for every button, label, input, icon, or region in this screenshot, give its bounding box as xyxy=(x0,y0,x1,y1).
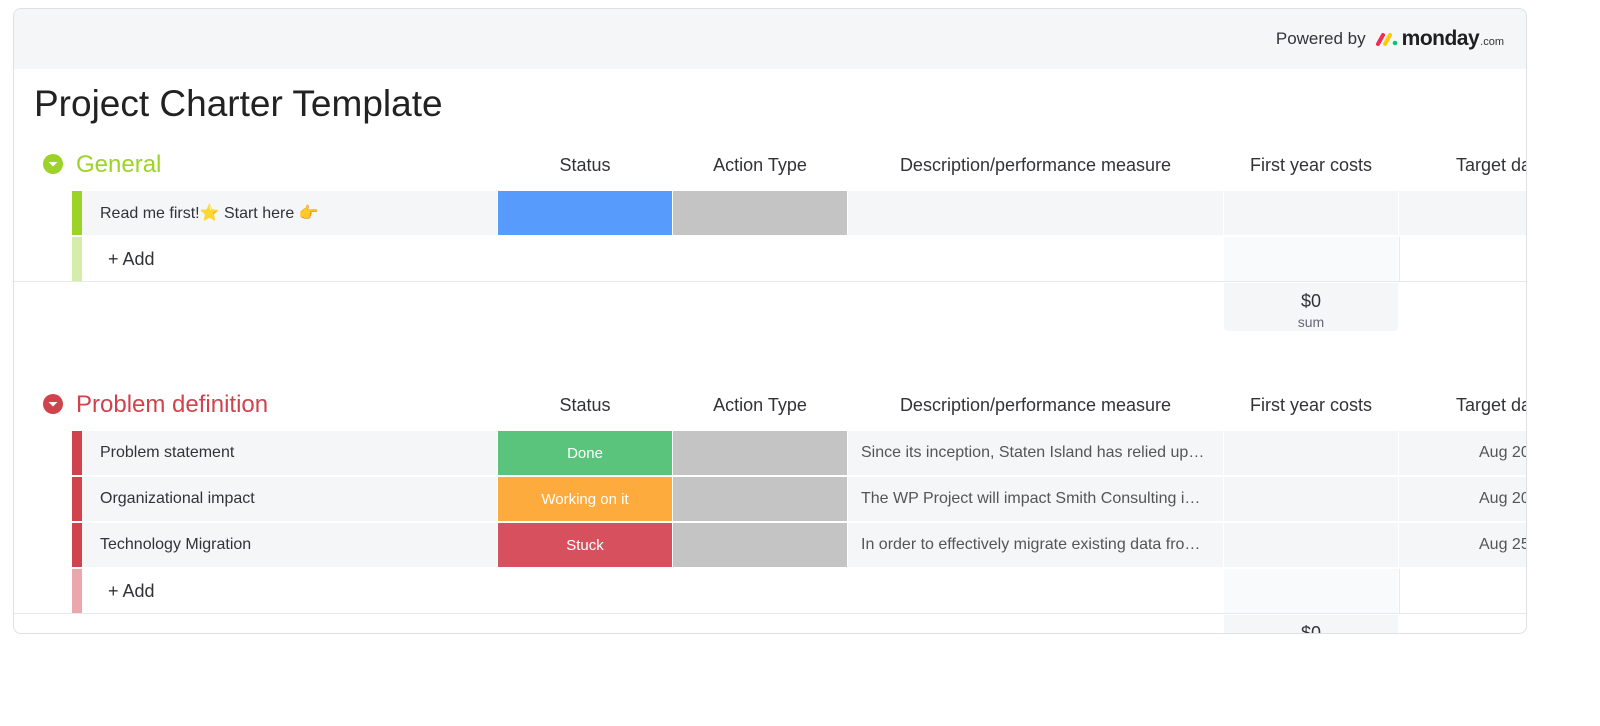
first-year-costs-cell[interactable] xyxy=(1224,523,1398,567)
status-cell[interactable]: Done xyxy=(498,431,672,475)
sum-label: sum xyxy=(1297,314,1325,330)
add-item-button[interactable]: + Add xyxy=(108,249,155,270)
powered-by[interactable]: Powered by monday .com xyxy=(1276,27,1504,51)
description-cell[interactable]: Since its inception, Staten Island has r… xyxy=(848,431,1223,475)
group-general: General Status Action Type Description/p… xyxy=(14,149,1526,331)
top-bar: Powered by monday .com xyxy=(14,9,1526,69)
board-frame: Powered by monday .com Project Charter T… xyxy=(13,8,1527,634)
status-label: Working on it xyxy=(541,490,629,508)
item-name: Organizational impact xyxy=(100,490,255,507)
column-header-description[interactable]: Description/performance measure xyxy=(848,395,1223,416)
column-header-action-type[interactable]: Action Type xyxy=(673,395,847,416)
item-name: Read me first!⭐ Start here 👉 xyxy=(100,205,319,222)
add-item-row[interactable]: + Add xyxy=(14,569,1526,614)
description-cell[interactable]: The WP Project will impact Smith Consult… xyxy=(848,477,1223,521)
row-color-bar xyxy=(72,477,82,521)
table-row[interactable]: Organizational impact Working on it The … xyxy=(14,477,1526,521)
brand-name: monday xyxy=(1401,27,1480,50)
group-problem-definition: Problem definition Status Action Type De… xyxy=(14,389,1526,633)
group-title[interactable]: General xyxy=(76,151,161,179)
action-type-cell[interactable] xyxy=(673,191,847,235)
status-cell[interactable]: Working on it xyxy=(498,477,672,521)
brand-suffix: .com xyxy=(1480,36,1504,48)
first-year-costs-cell[interactable] xyxy=(1224,191,1398,235)
column-header-first-year-costs[interactable]: First year costs xyxy=(1224,155,1398,176)
description-text: The WP Project will impact Smith Consult… xyxy=(861,490,1201,507)
target-date-text: Aug 25 xyxy=(1479,536,1527,553)
description-text: In order to effectively migrate existing… xyxy=(861,536,1201,553)
column-header-action-type[interactable]: Action Type xyxy=(673,155,847,176)
add-row-cost-cell xyxy=(1224,237,1398,281)
status-label: Done xyxy=(567,444,603,462)
first-year-costs-sum[interactable]: $0 sum xyxy=(1224,283,1398,331)
powered-by-label: Powered by xyxy=(1275,29,1366,48)
target-date-cell[interactable]: Aug 25 xyxy=(1399,523,1527,567)
add-row-color-bar xyxy=(72,237,82,281)
column-header-target-date[interactable]: Target da xyxy=(1456,155,1526,176)
target-date-cell[interactable] xyxy=(1399,191,1526,235)
first-year-costs-sum[interactable]: $0 xyxy=(1224,615,1398,634)
column-header-description[interactable]: Description/performance measure xyxy=(848,155,1223,176)
description-cell[interactable] xyxy=(848,191,1223,235)
add-item-button[interactable]: + Add xyxy=(108,581,155,602)
column-header-first-year-costs[interactable]: First year costs xyxy=(1224,395,1398,416)
status-label: Stuck xyxy=(566,536,604,554)
item-name: Problem statement xyxy=(100,444,235,461)
item-name-cell[interactable]: Technology Migration xyxy=(82,523,497,567)
item-name: Technology Migration xyxy=(100,536,252,553)
table-row[interactable]: Problem statement Done Since its incepti… xyxy=(14,431,1526,475)
add-item-row[interactable]: + Add xyxy=(14,237,1526,282)
group-header: Problem definition Status Action Type De… xyxy=(14,389,1526,431)
target-date-cell[interactable]: Aug 20 xyxy=(1399,431,1527,475)
row-color-bar xyxy=(72,191,82,235)
group-header: General Status Action Type Description/p… xyxy=(14,149,1526,191)
status-cell[interactable]: Stuck xyxy=(498,523,672,567)
table-row[interactable]: Technology Migration Stuck In order to e… xyxy=(14,523,1526,567)
first-year-costs-cell[interactable] xyxy=(1224,477,1398,521)
add-row-cost-cell xyxy=(1224,569,1398,613)
add-row-color-bar xyxy=(72,569,82,613)
item-name-cell[interactable]: Problem statement xyxy=(82,431,497,475)
item-name-cell[interactable]: Read me first!⭐ Start here 👉 xyxy=(82,191,497,235)
target-date-text: Aug 20 xyxy=(1479,490,1527,507)
group-title[interactable]: Problem definition xyxy=(76,391,268,419)
row-color-bar xyxy=(72,431,82,475)
row-color-bar xyxy=(72,523,82,567)
action-type-cell[interactable] xyxy=(673,523,847,567)
sum-value: $0 xyxy=(1300,623,1322,634)
action-type-cell[interactable] xyxy=(673,431,847,475)
status-cell[interactable] xyxy=(498,191,672,235)
table-row[interactable]: Read me first!⭐ Start here 👉 xyxy=(14,191,1526,235)
collapse-group-icon[interactable] xyxy=(43,394,63,414)
page-title[interactable]: Project Charter Template xyxy=(34,83,443,125)
action-type-cell[interactable] xyxy=(673,477,847,521)
target-date-cell[interactable]: Aug 20 xyxy=(1399,477,1527,521)
monday-logo-icon xyxy=(1375,33,1397,46)
sum-value: $0 xyxy=(1300,291,1322,311)
add-row-target-cell xyxy=(1399,569,1526,613)
target-date-text: Aug 20 xyxy=(1479,444,1527,461)
add-row-target-cell xyxy=(1399,237,1526,281)
column-header-status[interactable]: Status xyxy=(498,395,672,416)
description-cell[interactable]: In order to effectively migrate existing… xyxy=(848,523,1223,567)
item-name-cell[interactable]: Organizational impact xyxy=(82,477,497,521)
monday-logo: monday .com xyxy=(1375,27,1504,51)
column-header-status[interactable]: Status xyxy=(498,155,672,176)
description-text: Since its inception, Staten Island has r… xyxy=(861,444,1205,461)
column-header-target-date[interactable]: Target da xyxy=(1456,395,1526,416)
first-year-costs-cell[interactable] xyxy=(1224,431,1398,475)
collapse-group-icon[interactable] xyxy=(43,154,63,174)
